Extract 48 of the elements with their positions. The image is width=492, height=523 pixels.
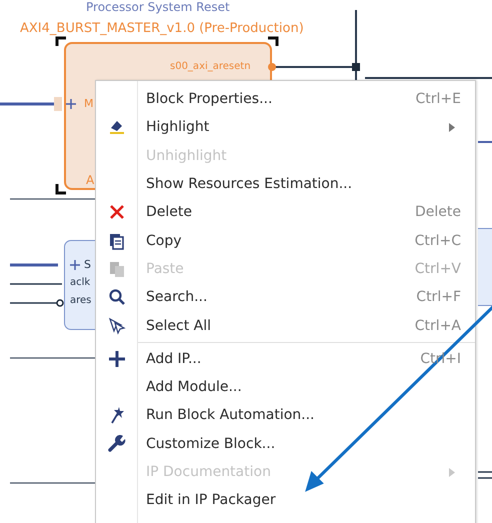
highlight-icon bbox=[108, 118, 126, 136]
wire bbox=[478, 471, 492, 473]
delete-icon bbox=[108, 203, 126, 222]
port-label: s00_axi_aresetn bbox=[170, 61, 251, 73]
expand-icon[interactable] bbox=[70, 260, 80, 270]
port-handle bbox=[54, 97, 62, 111]
menu-item[interactable]: Search... bbox=[96, 283, 416, 312]
menu-item[interactable]: Customize Block... bbox=[96, 430, 463, 458]
wire bbox=[10, 283, 62, 285]
search-icon bbox=[108, 288, 126, 306]
shortcut-label: Ctrl+C bbox=[414, 232, 461, 249]
block-label: A bbox=[86, 173, 94, 187]
selection-corner bbox=[56, 184, 66, 194]
pin-label: ares bbox=[70, 294, 92, 307]
menu-item[interactable]: Add IP... bbox=[96, 344, 420, 373]
menu-item[interactable]: Highlight bbox=[96, 113, 449, 142]
shortcut-label: Ctrl+E bbox=[416, 91, 461, 108]
menu-item[interactable]: Show Resources Estimation... bbox=[96, 170, 463, 198]
shortcut-label: Ctrl+A bbox=[414, 318, 461, 334]
selection-corner bbox=[56, 36, 66, 46]
menu-item[interactable]: Delete bbox=[96, 198, 415, 226]
paste-icon bbox=[108, 260, 126, 278]
menu-item[interactable]: Add Module... bbox=[96, 372, 463, 402]
pin-label: aclk bbox=[70, 276, 92, 289]
wire bbox=[478, 141, 492, 143]
shortcut-label: Delete bbox=[415, 204, 461, 220]
menu-item[interactable]: Run Block Automation... bbox=[96, 401, 463, 430]
port-label: M bbox=[84, 97, 94, 111]
wire bbox=[478, 477, 492, 479]
selection-corner bbox=[268, 36, 278, 46]
wire bbox=[0, 102, 56, 106]
menu-item[interactable]: Copy bbox=[96, 226, 415, 255]
block-title: AXI4_BURST_MASTER_v1.0 (Pre-Production) bbox=[20, 22, 304, 36]
menu-item[interactable]: Block Properties... bbox=[96, 85, 416, 114]
expand-icon[interactable] bbox=[66, 99, 76, 109]
shortcut-label: Ctrl+V bbox=[414, 260, 461, 277]
port-label: S bbox=[84, 258, 91, 272]
shortcut-label: Ctrl+F bbox=[416, 289, 461, 306]
wire bbox=[10, 264, 58, 266]
menu-item[interactable]: Select All bbox=[96, 311, 415, 340]
wire bbox=[10, 302, 57, 304]
copy-icon bbox=[108, 232, 126, 250]
plus-icon bbox=[108, 350, 126, 368]
wrench-icon bbox=[108, 434, 126, 453]
menu-item[interactable]: Edit in IP Packager bbox=[96, 486, 463, 514]
block-label: Processor System Reset bbox=[86, 0, 230, 14]
pin-circle bbox=[56, 299, 64, 307]
cursor-icon bbox=[108, 316, 126, 335]
